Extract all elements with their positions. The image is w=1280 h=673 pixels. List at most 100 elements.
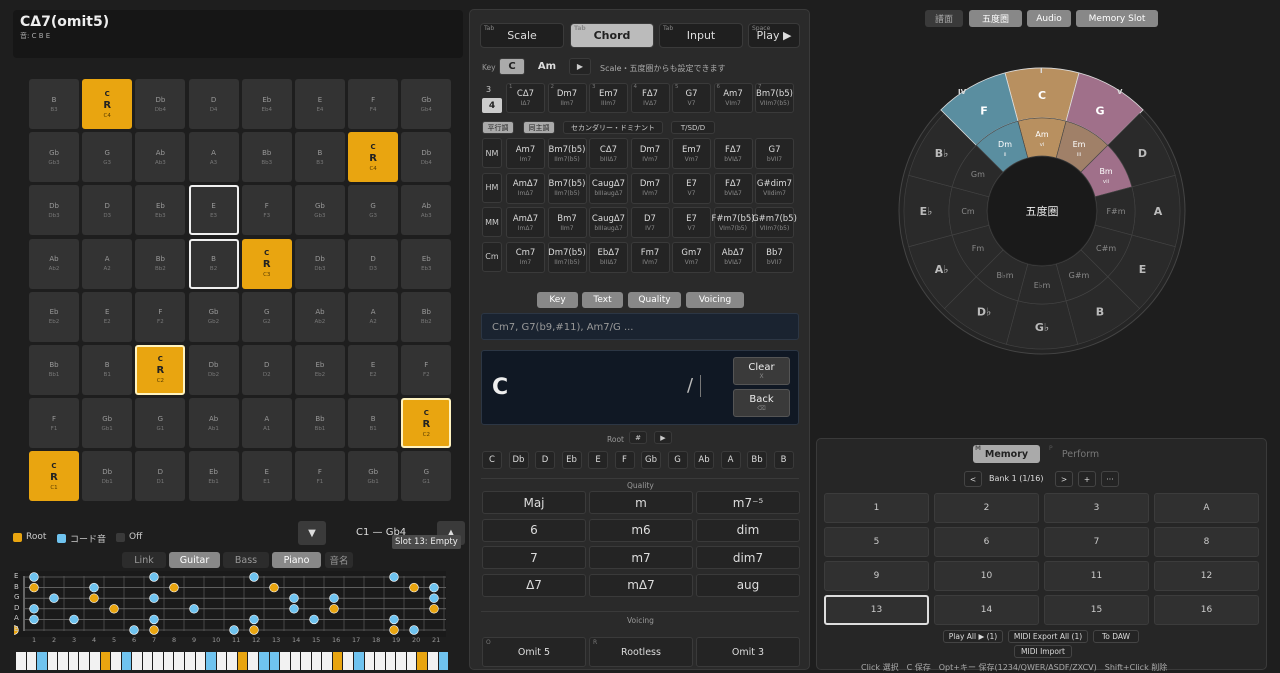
piano-key[interactable] <box>322 652 332 670</box>
pad[interactable]: G G3 <box>82 132 133 183</box>
chord-cell[interactable]: Am7 Im7 <box>506 138 545 169</box>
piano-key[interactable] <box>343 652 353 670</box>
bank-more-button[interactable]: ··· <box>1101 471 1119 487</box>
pad[interactable]: G G3 <box>348 185 399 236</box>
memory-slot[interactable]: 7 <box>1044 527 1149 557</box>
root-key[interactable]: B <box>773 451 794 469</box>
voicing-rootless[interactable]: R Rootless <box>589 637 693 667</box>
piano-key[interactable] <box>121 652 132 670</box>
quality-button[interactable]: dim7 <box>696 546 800 569</box>
voicing-omit3[interactable]: Omit 3 <box>696 637 800 667</box>
pad[interactable]: Bb Bb1 <box>294 398 345 449</box>
piano-key[interactable] <box>364 652 375 670</box>
piano-key[interactable] <box>185 652 195 670</box>
mode-row-header[interactable]: HM <box>482 172 502 203</box>
fretboard[interactable] <box>14 571 446 637</box>
piano-key[interactable] <box>332 652 343 670</box>
memory-slot[interactable]: 12 <box>1154 561 1259 591</box>
chord-cell[interactable]: 2 Dm7 IIm7 <box>547 83 587 113</box>
pad[interactable]: Db Db1 <box>82 451 133 502</box>
quality-button[interactable]: 6 <box>482 518 586 542</box>
memory-slot[interactable]: 10 <box>934 561 1039 591</box>
memory-slot[interactable]: 14 <box>934 595 1039 625</box>
key-c-button[interactable]: C <box>499 58 525 75</box>
to-daw-button[interactable]: To DAW <box>1093 630 1139 643</box>
subtab-text[interactable]: Text <box>582 292 623 308</box>
memory-slot[interactable]: 5 <box>824 527 929 557</box>
piano-key[interactable] <box>195 652 206 670</box>
sharp-toggle[interactable]: # <box>629 431 647 444</box>
mode-row-header[interactable]: NM <box>482 138 502 168</box>
pad[interactable]: C R C3 <box>241 238 292 289</box>
piano-key[interactable] <box>58 652 68 670</box>
chord-cell[interactable]: F#m7(b5) VIm7(b5) <box>711 207 755 238</box>
pad[interactable]: B B3 <box>29 79 79 129</box>
piano-key[interactable] <box>227 652 237 670</box>
pad[interactable]: Gb Gb4 <box>401 79 452 129</box>
chord-cell[interactable]: G#dim7 VIIdim7 <box>755 172 794 204</box>
piano-key[interactable] <box>163 652 174 670</box>
quality-button[interactable]: m7 <box>589 546 693 569</box>
pad[interactable]: A A2 <box>82 238 133 289</box>
pad[interactable]: D D2 <box>241 344 292 395</box>
chord-cell[interactable]: D7 IV7 <box>630 207 670 238</box>
pad[interactable]: Eb Eb1 <box>188 451 239 502</box>
pad[interactable]: D D3 <box>348 238 399 289</box>
quality-button[interactable]: m6 <box>589 518 693 542</box>
pad[interactable]: C R C4 <box>348 132 399 183</box>
piano-key[interactable] <box>269 652 280 670</box>
subtab-quality[interactable]: Quality <box>628 292 681 308</box>
pad[interactable]: D D4 <box>188 79 239 129</box>
quality-button[interactable]: aug <box>696 573 800 597</box>
subtab-key[interactable]: Key <box>537 292 578 308</box>
root-key[interactable]: Eb <box>561 451 582 469</box>
piano-key[interactable] <box>132 652 142 670</box>
piano-key[interactable] <box>311 652 322 670</box>
pad[interactable]: B B2 <box>188 238 239 289</box>
mode-row-header[interactable]: Cm <box>482 241 502 272</box>
pad[interactable]: Bb Bb1 <box>29 344 79 395</box>
bank-next-button[interactable]: > <box>1055 471 1073 487</box>
tab-chord[interactable]: Tab Chord <box>570 23 654 48</box>
pad[interactable]: Db Db3 <box>29 185 79 236</box>
piano-key[interactable] <box>417 652 427 670</box>
mem-tab-perform[interactable]: P Perform <box>1047 445 1114 463</box>
root-key[interactable]: Gb <box>641 451 661 469</box>
bank-add-button[interactable]: + <box>1078 471 1096 487</box>
memory-slot[interactable]: 2 <box>934 493 1039 523</box>
pad[interactable]: Gb Gb2 <box>188 291 239 342</box>
chord-cell[interactable]: Bb7 bVII7 <box>755 241 794 273</box>
pad[interactable]: E E2 <box>348 344 399 395</box>
pad[interactable]: Bb Bb2 <box>401 291 452 342</box>
octave-down-button[interactable]: ▼ <box>298 521 326 545</box>
chord-cell[interactable]: Bm7(b5) IIm7(b5) <box>547 172 587 204</box>
pad[interactable]: A A1 <box>241 398 292 449</box>
instr-link[interactable]: Link <box>122 552 166 568</box>
midi-export-button[interactable]: MIDI Export All (1) <box>1008 630 1088 643</box>
chord-cell[interactable]: CaugΔ7 bIIIaugΔ7 <box>589 172 628 204</box>
piano-key[interactable] <box>438 652 449 670</box>
piano-key[interactable] <box>375 652 385 670</box>
circle-of-fifths[interactable]: C Am vi G Em iii D Bm vii A F#m E C#m B G#m G♭ E♭m D♭ B♭m A… <box>897 66 1187 356</box>
pad[interactable]: Eb Eb3 <box>135 185 186 236</box>
chord-cell[interactable]: CaugΔ7 bIIIaugΔ7 <box>589 207 628 238</box>
chord-cell[interactable]: Dm7 IVm7 <box>630 172 670 204</box>
chord-cell[interactable]: 1 CΔ7 IΔ7 <box>506 83 545 113</box>
tetrad-4[interactable]: 4 <box>482 98 502 113</box>
pad[interactable]: A A2 <box>348 291 399 342</box>
instr-bass[interactable]: Bass <box>223 552 269 568</box>
root-key[interactable]: F <box>614 451 635 469</box>
memory-slot[interactable]: 8 <box>1154 527 1259 557</box>
pad[interactable]: E E2 <box>82 291 133 342</box>
pad[interactable]: E E1 <box>241 451 292 502</box>
pad[interactable]: Bb Bb2 <box>135 238 186 289</box>
pad[interactable]: Eb Eb4 <box>241 79 292 129</box>
piano-key[interactable] <box>301 652 311 670</box>
memory-slot[interactable]: 1 <box>824 493 929 523</box>
root-key[interactable]: Bb <box>747 451 767 469</box>
chord-cell[interactable]: 3 Em7 IIIm7 <box>589 83 628 113</box>
quality-button[interactable]: m7⁻⁵ <box>696 491 800 514</box>
pad[interactable]: Gb Gb1 <box>348 451 399 502</box>
rtab-memory-slot[interactable]: Memory Slot <box>1076 10 1158 27</box>
root-key[interactable]: G <box>667 451 688 469</box>
